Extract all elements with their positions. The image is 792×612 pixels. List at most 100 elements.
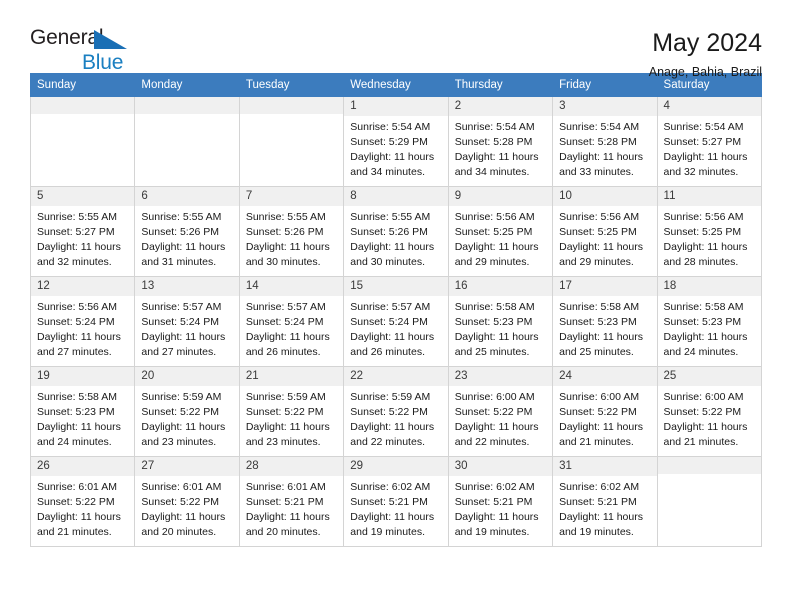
calendar-week-row: 1 Sunrise: 5:54 AM Sunset: 5:29 PM Daylight… [29,96,763,187]
calendar-day-cell[interactable]: 2 Sunrise: 5:54 AM Sunset: 5:28 PM Daylight… [447,96,554,187]
daylight-text-line2: and 33 minutes. [559,165,634,178]
daylight-text-line1: Daylight: 11 hours [350,241,435,254]
daylight-text-line2: and 31 minutes. [141,255,217,268]
sunrise-text: Sunrise: 5:54 AM [663,121,744,134]
calendar-day-cell[interactable]: 24 Sunrise: 6:00 AM Sunset: 5:22 PM Dayligh… [552,366,658,457]
calendar-day-cell[interactable]: 25 Sunrise: 6:00 AM Sunset: 5:22 PM Dayligh… [656,366,763,457]
day-number: 18 [657,277,761,297]
weekday-header-monday: Monday [134,73,240,97]
daylight-text-line2: and 19 minutes. [559,525,634,538]
daylight-text-line1: Daylight: 11 hours [559,331,643,344]
weekday-header-friday: Friday [552,73,658,97]
day-number: 24 [553,367,657,387]
calendar-day-cell[interactable]: 20 Sunrise: 5:59 AM Sunset: 5:22 PM Dayligh… [134,366,240,457]
calendar-day-cell[interactable]: 29 Sunrise: 6:02 AM Sunset: 5:21 PM Dayligh… [343,456,449,547]
calendar-day-cell[interactable]: 19 Sunrise: 5:58 AM Sunset: 5:23 PM Dayligh… [29,366,136,457]
sunrise-text: Sunrise: 5:54 AM [454,121,535,134]
sunset-text: Sunset: 5:23 PM [663,316,742,329]
sunset-text: Sunset: 5:28 PM [559,136,637,149]
calendar-day-cell[interactable]: 31 Sunrise: 6:02 AM Sunset: 5:21 PM Dayligh… [552,456,658,547]
daylight-text-line2: and 25 minutes. [454,345,530,358]
daylight-text-line1: Daylight: 11 hours [663,151,748,164]
weekday-header-wednesday: Wednesday [343,73,449,97]
calendar-day-cell[interactable]: 14 Sunrise: 5:57 AM Sunset: 5:24 PM Dayligh… [238,276,345,367]
calendar-week-row: 12 Sunrise: 5:56 AM Sunset: 5:24 PM Dayligh… [29,276,763,367]
calendar-day-cell[interactable]: 11 Sunrise: 5:56 AM Sunset: 5:25 PM Dayligh… [656,186,763,277]
day-info: Sunrise: 5:54 AM Sunset: 5:27 PM Daylight:… [658,116,761,180]
day-number: 21 [239,367,344,387]
sunrise-text: Sunrise: 6:02 AM [454,481,535,494]
calendar-day-cell-empty [238,96,345,187]
calendar-day-cell[interactable]: 27 Sunrise: 6:01 AM Sunset: 5:22 PM Dayligh… [134,456,240,547]
sunrise-text: Sunrise: 6:01 AM [245,481,326,494]
sunrise-text: Sunrise: 5:59 AM [141,391,222,404]
calendar-day-cell[interactable]: 28 Sunrise: 6:01 AM Sunset: 5:21 PM Dayligh… [238,456,345,547]
day-number: 8 [344,187,448,207]
calendar-day-cell[interactable]: 30 Sunrise: 6:02 AM Sunset: 5:21 PM Dayligh… [447,456,554,547]
daylight-text-line1: Daylight: 11 hours [141,331,226,344]
calendar-day-cell[interactable]: 15 Sunrise: 5:57 AM Sunset: 5:24 PM Dayligh… [343,276,449,367]
sunrise-text: Sunrise: 5:57 AM [350,301,431,314]
daylight-text-line2: and 32 minutes. [663,165,739,178]
calendar-day-cell[interactable]: 16 Sunrise: 5:58 AM Sunset: 5:23 PM Dayligh… [447,276,554,367]
daylight-text-line2: and 34 minutes. [350,165,425,178]
sunrise-text: Sunrise: 5:56 AM [663,211,744,224]
daylight-text-line1: Daylight: 11 hours [141,421,226,434]
daylight-text-line1: Daylight: 11 hours [663,241,748,254]
sunset-text: Sunset: 5:24 PM [245,316,324,329]
daylight-text-line1: Daylight: 11 hours [559,151,643,164]
calendar-day-cell-empty [134,96,240,187]
daylight-text-line1: Daylight: 11 hours [663,421,748,434]
calendar-day-cell[interactable]: 13 Sunrise: 5:57 AM Sunset: 5:24 PM Dayligh… [134,276,240,367]
day-number: 11 [657,187,761,207]
calendar-day-cell[interactable]: 10 Sunrise: 5:56 AM Sunset: 5:25 PM Dayligh… [552,186,658,277]
sunset-text: Sunset: 5:24 PM [141,316,220,329]
calendar-day-cell[interactable]: 23 Sunrise: 6:00 AM Sunset: 5:22 PM Dayligh… [447,366,554,457]
sunset-text: Sunset: 5:21 PM [559,496,637,509]
daylight-text-line1: Daylight: 11 hours [350,511,435,524]
daylight-text-line2: and 21 minutes. [663,435,739,448]
day-number: 16 [448,277,553,297]
calendar-day-cell[interactable]: 26 Sunrise: 6:01 AM Sunset: 5:22 PM Dayligh… [29,456,136,547]
daylight-text-line2: and 30 minutes. [245,255,321,268]
day-number [239,97,344,114]
calendar-day-cell[interactable]: 9 Sunrise: 5:56 AM Sunset: 5:25 PM Daylight… [447,186,554,277]
sunrise-text: Sunrise: 5:58 AM [454,301,535,314]
calendar-day-cell[interactable]: 3 Sunrise: 5:54 AM Sunset: 5:28 PM Daylight… [552,96,658,187]
calendar-day-cell[interactable]: 21 Sunrise: 5:59 AM Sunset: 5:22 PM Dayligh… [238,366,345,457]
sunset-text: Sunset: 5:25 PM [454,226,533,239]
day-number [135,97,239,114]
day-number: 13 [135,277,239,297]
day-info: Sunrise: 5:55 AM Sunset: 5:26 PM Daylight:… [240,206,343,270]
calendar-day-cell[interactable]: 1 Sunrise: 5:54 AM Sunset: 5:29 PM Daylight… [343,96,449,187]
calendar-week-row: 5 Sunrise: 5:55 AM Sunset: 5:27 PM Daylight… [29,186,763,277]
sunrise-text: Sunrise: 6:01 AM [37,481,117,494]
calendar-day-cell[interactable]: 18 Sunrise: 5:58 AM Sunset: 5:23 PM Dayligh… [656,276,763,367]
daylight-text-line1: Daylight: 11 hours [559,511,643,524]
sunrise-text: Sunrise: 5:55 AM [350,211,431,224]
general-blue-logo[interactable]: General Blue [30,27,230,73]
sunset-text: Sunset: 5:27 PM [37,226,115,239]
calendar-day-cell[interactable]: 22 Sunrise: 5:59 AM Sunset: 5:22 PM Dayligh… [343,366,449,457]
sunrise-text: Sunrise: 6:02 AM [350,481,431,494]
calendar-day-cell[interactable]: 12 Sunrise: 5:56 AM Sunset: 5:24 PM Dayligh… [29,276,136,367]
daylight-text-line2: and 23 minutes. [245,435,321,448]
day-info: Sunrise: 5:56 AM Sunset: 5:25 PM Daylight:… [449,206,552,270]
day-number: 4 [657,97,761,117]
sunrise-text: Sunrise: 5:58 AM [37,391,117,404]
daylight-text-line1: Daylight: 11 hours [454,331,539,344]
day-info: Sunrise: 6:01 AM Sunset: 5:22 PM Daylight:… [31,476,134,540]
calendar-day-cell[interactable]: 7 Sunrise: 5:55 AM Sunset: 5:26 PM Daylight… [238,186,345,277]
sunset-text: Sunset: 5:23 PM [37,406,115,419]
day-info: Sunrise: 5:54 AM Sunset: 5:28 PM Daylight:… [449,116,552,180]
sunset-text: Sunset: 5:24 PM [37,316,115,329]
calendar-day-cell[interactable]: 8 Sunrise: 5:55 AM Sunset: 5:26 PM Daylight… [343,186,449,277]
daylight-text-line2: and 32 minutes. [37,255,112,268]
calendar-day-cell[interactable]: 5 Sunrise: 5:55 AM Sunset: 5:27 PM Daylight… [29,186,136,277]
calendar-day-cell[interactable]: 17 Sunrise: 5:58 AM Sunset: 5:23 PM Dayligh… [552,276,658,367]
sunset-text: Sunset: 5:26 PM [141,226,220,239]
calendar-day-cell[interactable]: 6 Sunrise: 5:55 AM Sunset: 5:26 PM Daylight… [134,186,240,277]
day-number: 25 [657,367,761,387]
calendar-day-cell[interactable]: 4 Sunrise: 5:54 AM Sunset: 5:27 PM Daylight… [656,96,763,187]
daylight-text-line2: and 22 minutes. [454,435,530,448]
